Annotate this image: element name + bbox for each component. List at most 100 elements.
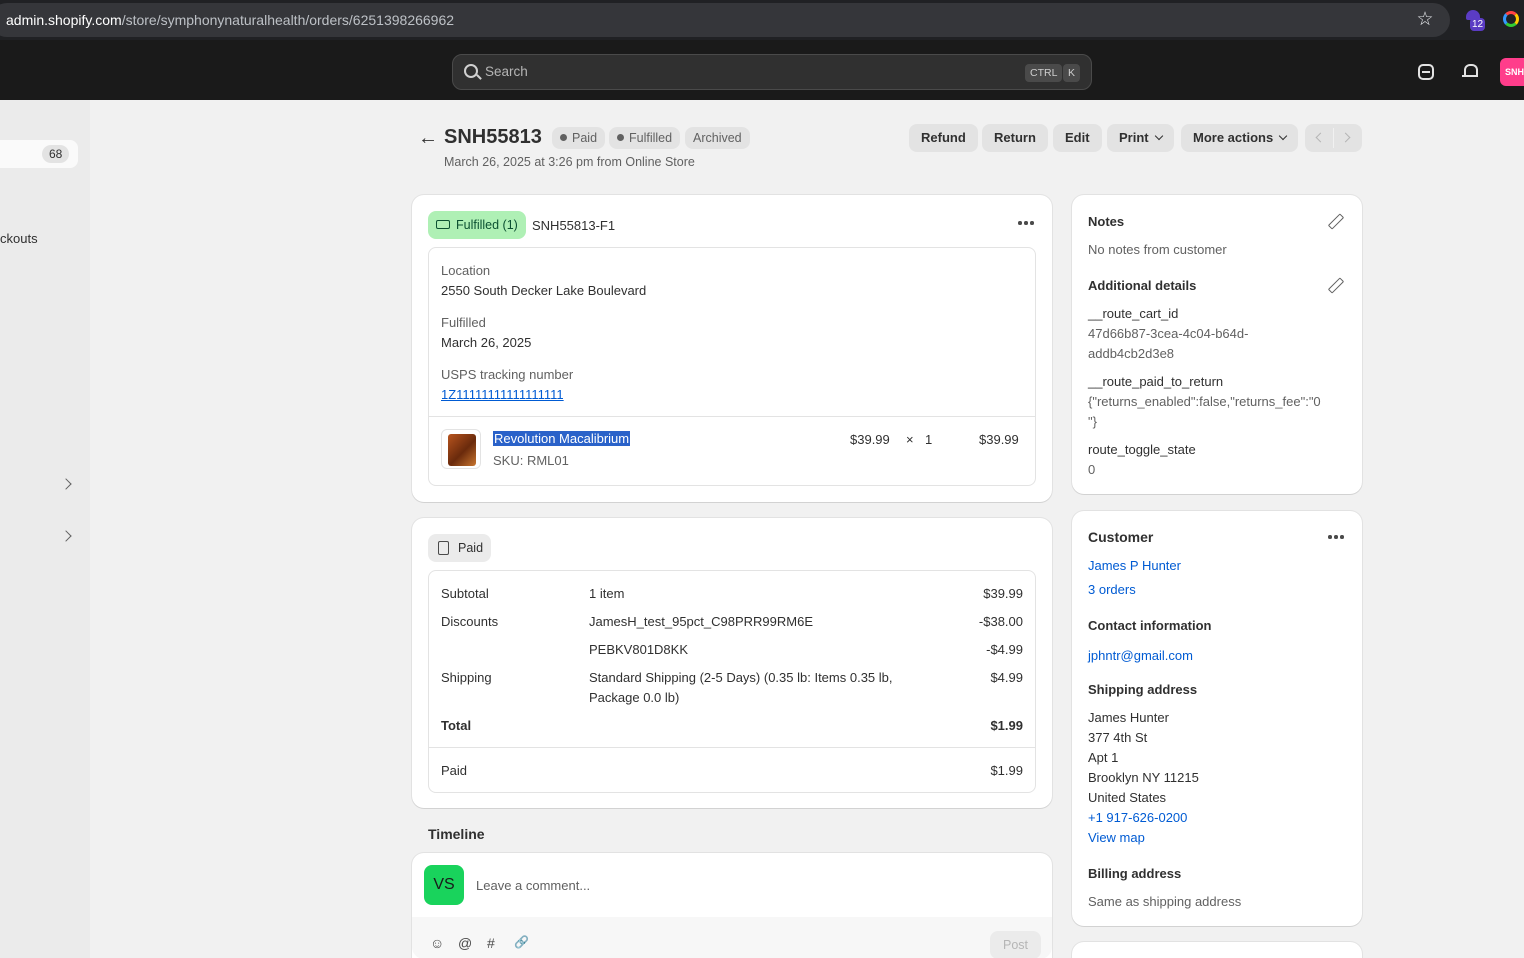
shipping-value: $4.99 xyxy=(990,670,1023,685)
sidebar-item-abandoned-checkouts[interactable]: ckouts xyxy=(0,231,38,246)
attribute-value-continued: addb4cb2d3e8 xyxy=(1088,346,1175,361)
paid-value: $1.99 xyxy=(990,763,1023,778)
attach-link-icon[interactable]: 🔗 xyxy=(514,935,529,949)
fulfillment-card: Fulfilled (1) SNH55813-F1 Location 2550 … xyxy=(412,195,1052,502)
archived-badge: Archived xyxy=(685,127,750,149)
customer-phone-link[interactable]: +1 917-626-0200 xyxy=(1088,810,1187,825)
fulfillment-more-icon[interactable] xyxy=(1018,221,1034,225)
receipt-icon xyxy=(438,541,449,555)
fulfilled-date-value: March 26, 2025 xyxy=(441,335,532,350)
back-arrow-icon[interactable]: ← xyxy=(418,128,438,148)
line-total: $39.99 xyxy=(979,432,1019,447)
edit-notes-pencil-icon[interactable] xyxy=(1328,214,1342,228)
fulfilled-badge: Fulfilled (1) xyxy=(428,211,526,239)
page-title: SNH55813 xyxy=(444,126,542,148)
discount-code: JamesH_test_95pct_C98PRR99RM6E xyxy=(589,614,813,629)
fulfillment-id: SNH55813-F1 xyxy=(532,218,616,233)
divider xyxy=(429,747,1035,748)
shipping-desc: Standard Shipping (2-5 Days) (0.35 lb: I… xyxy=(589,670,893,685)
more-actions-button[interactable]: More actions xyxy=(1181,124,1299,152)
chevron-down-icon xyxy=(1278,131,1288,141)
customer-email-link[interactable]: jphntr@gmail.com xyxy=(1088,648,1193,663)
notes-card: Notes No notes from customer Additional … xyxy=(1072,195,1362,494)
truck-icon xyxy=(436,220,450,229)
additional-details-title: Additional details xyxy=(1088,278,1197,293)
emoji-icon[interactable]: ☺ xyxy=(430,935,444,951)
times-symbol: × xyxy=(906,432,914,447)
pager-divider xyxy=(1333,128,1334,148)
address-line: United States xyxy=(1088,790,1167,805)
sidekick-icon[interactable] xyxy=(1418,64,1434,80)
notifications-bell-icon[interactable] xyxy=(1462,64,1478,80)
quantity: 1 xyxy=(925,432,933,447)
url-path: /store/symphonynaturalhealth/orders/6251… xyxy=(121,12,455,28)
discounts-label: Discounts xyxy=(441,614,499,629)
shortcut-ctrl-key: CTRL xyxy=(1025,64,1063,82)
timeline-title: Timeline xyxy=(428,826,485,842)
extension-icon[interactable]: 12 xyxy=(1466,10,1490,32)
notes-body: No notes from customer xyxy=(1088,242,1227,257)
attribute-key: __route_paid_to_return xyxy=(1088,374,1224,389)
print-button[interactable]: Print xyxy=(1107,124,1174,152)
conversion-summary-card xyxy=(1072,942,1362,958)
payment-card: Paid Subtotal 1 item $39.99 Discounts Ja… xyxy=(412,518,1052,808)
store-avatar[interactable]: SNH xyxy=(1500,58,1524,86)
url-host: admin.shopify.com xyxy=(6,12,122,28)
payment-status-label: Paid xyxy=(572,131,598,145)
mention-icon[interactable]: @ xyxy=(458,935,472,951)
status-dot-icon xyxy=(617,134,624,141)
product-image xyxy=(448,434,476,466)
comment-input[interactable]: Leave a comment... xyxy=(476,878,590,893)
shortcut-k-key: K xyxy=(1063,64,1081,82)
attribute-key: route_toggle_state xyxy=(1088,442,1196,457)
product-name-link[interactable]: Revolution Macalibrium xyxy=(493,431,631,446)
profile-ring-icon[interactable] xyxy=(1503,11,1519,27)
comment-toolbar: ☺ @ # 🔗 Post xyxy=(412,917,1052,958)
attribute-key: __route_cart_id xyxy=(1088,306,1179,321)
attribute-value-continued: "} xyxy=(1088,414,1097,429)
product-name-selected: Revolution Macalibrium xyxy=(493,431,631,446)
edit-additional-pencil-icon[interactable] xyxy=(1328,278,1342,292)
subtotal-desc: 1 item xyxy=(589,586,625,601)
edit-button[interactable]: Edit xyxy=(1053,124,1102,152)
search-icon xyxy=(464,64,478,78)
total-label: Total xyxy=(441,718,472,733)
customer-card: Customer James P Hunter 3 orders Contact… xyxy=(1072,511,1362,926)
tracking-number-link[interactable]: 1Z11111111111111111 xyxy=(441,387,564,402)
browser-toolbar: admin.shopify.com/store/symphonynaturalh… xyxy=(0,0,1524,40)
status-dot-icon xyxy=(560,134,567,141)
search-input[interactable]: Search CTRL K xyxy=(452,54,1092,90)
customer-name-link[interactable]: James P Hunter xyxy=(1088,558,1181,573)
previous-order-icon[interactable] xyxy=(1315,132,1326,143)
shipping-address-title: Shipping address xyxy=(1088,682,1198,697)
comment-box: VS Leave a comment... ☺ @ # 🔗 Post xyxy=(412,853,1052,958)
fulfillment-details: Location 2550 South Decker Lake Boulevar… xyxy=(428,247,1036,486)
sidebar-chevron-right-icon[interactable] xyxy=(60,530,72,542)
paid-badge-label: Paid xyxy=(458,541,484,555)
bookmark-star-icon[interactable]: ☆ xyxy=(1414,9,1436,31)
attribute-value: 0 xyxy=(1088,462,1096,477)
next-order-icon[interactable] xyxy=(1340,132,1351,143)
discount-code: PEBKV801D8KK xyxy=(589,642,689,657)
customer-more-icon[interactable] xyxy=(1328,535,1344,539)
avatar: VS xyxy=(424,865,464,905)
sidebar-chevron-right-icon[interactable] xyxy=(60,478,72,490)
refund-button[interactable]: Refund xyxy=(909,124,978,152)
product-thumbnail[interactable] xyxy=(441,429,481,469)
fulfilled-badge-label: Fulfilled (1) xyxy=(456,218,518,232)
line-item-row: Revolution Macalibrium SKU: RML01 $39.99… xyxy=(429,417,1035,485)
return-button[interactable]: Return xyxy=(982,124,1048,152)
print-button-label: Print xyxy=(1119,130,1149,145)
view-map-link[interactable]: View map xyxy=(1088,830,1145,845)
total-value: $1.99 xyxy=(990,718,1023,733)
hashtag-icon[interactable]: # xyxy=(487,935,495,951)
address-line: James Hunter xyxy=(1088,710,1169,725)
post-button[interactable]: Post xyxy=(990,931,1042,958)
customer-orders-link[interactable]: 3 orders xyxy=(1088,582,1136,597)
address-bar[interactable]: admin.shopify.com/store/symphonynaturalh… xyxy=(0,3,1450,37)
billing-address-title: Billing address xyxy=(1088,866,1182,881)
address-line: 377 4th St xyxy=(1088,730,1148,745)
location-value: 2550 South Decker Lake Boulevard xyxy=(441,283,647,298)
fulfilled-date-label: Fulfilled xyxy=(441,315,486,330)
tracking-label: USPS tracking number xyxy=(441,367,574,382)
